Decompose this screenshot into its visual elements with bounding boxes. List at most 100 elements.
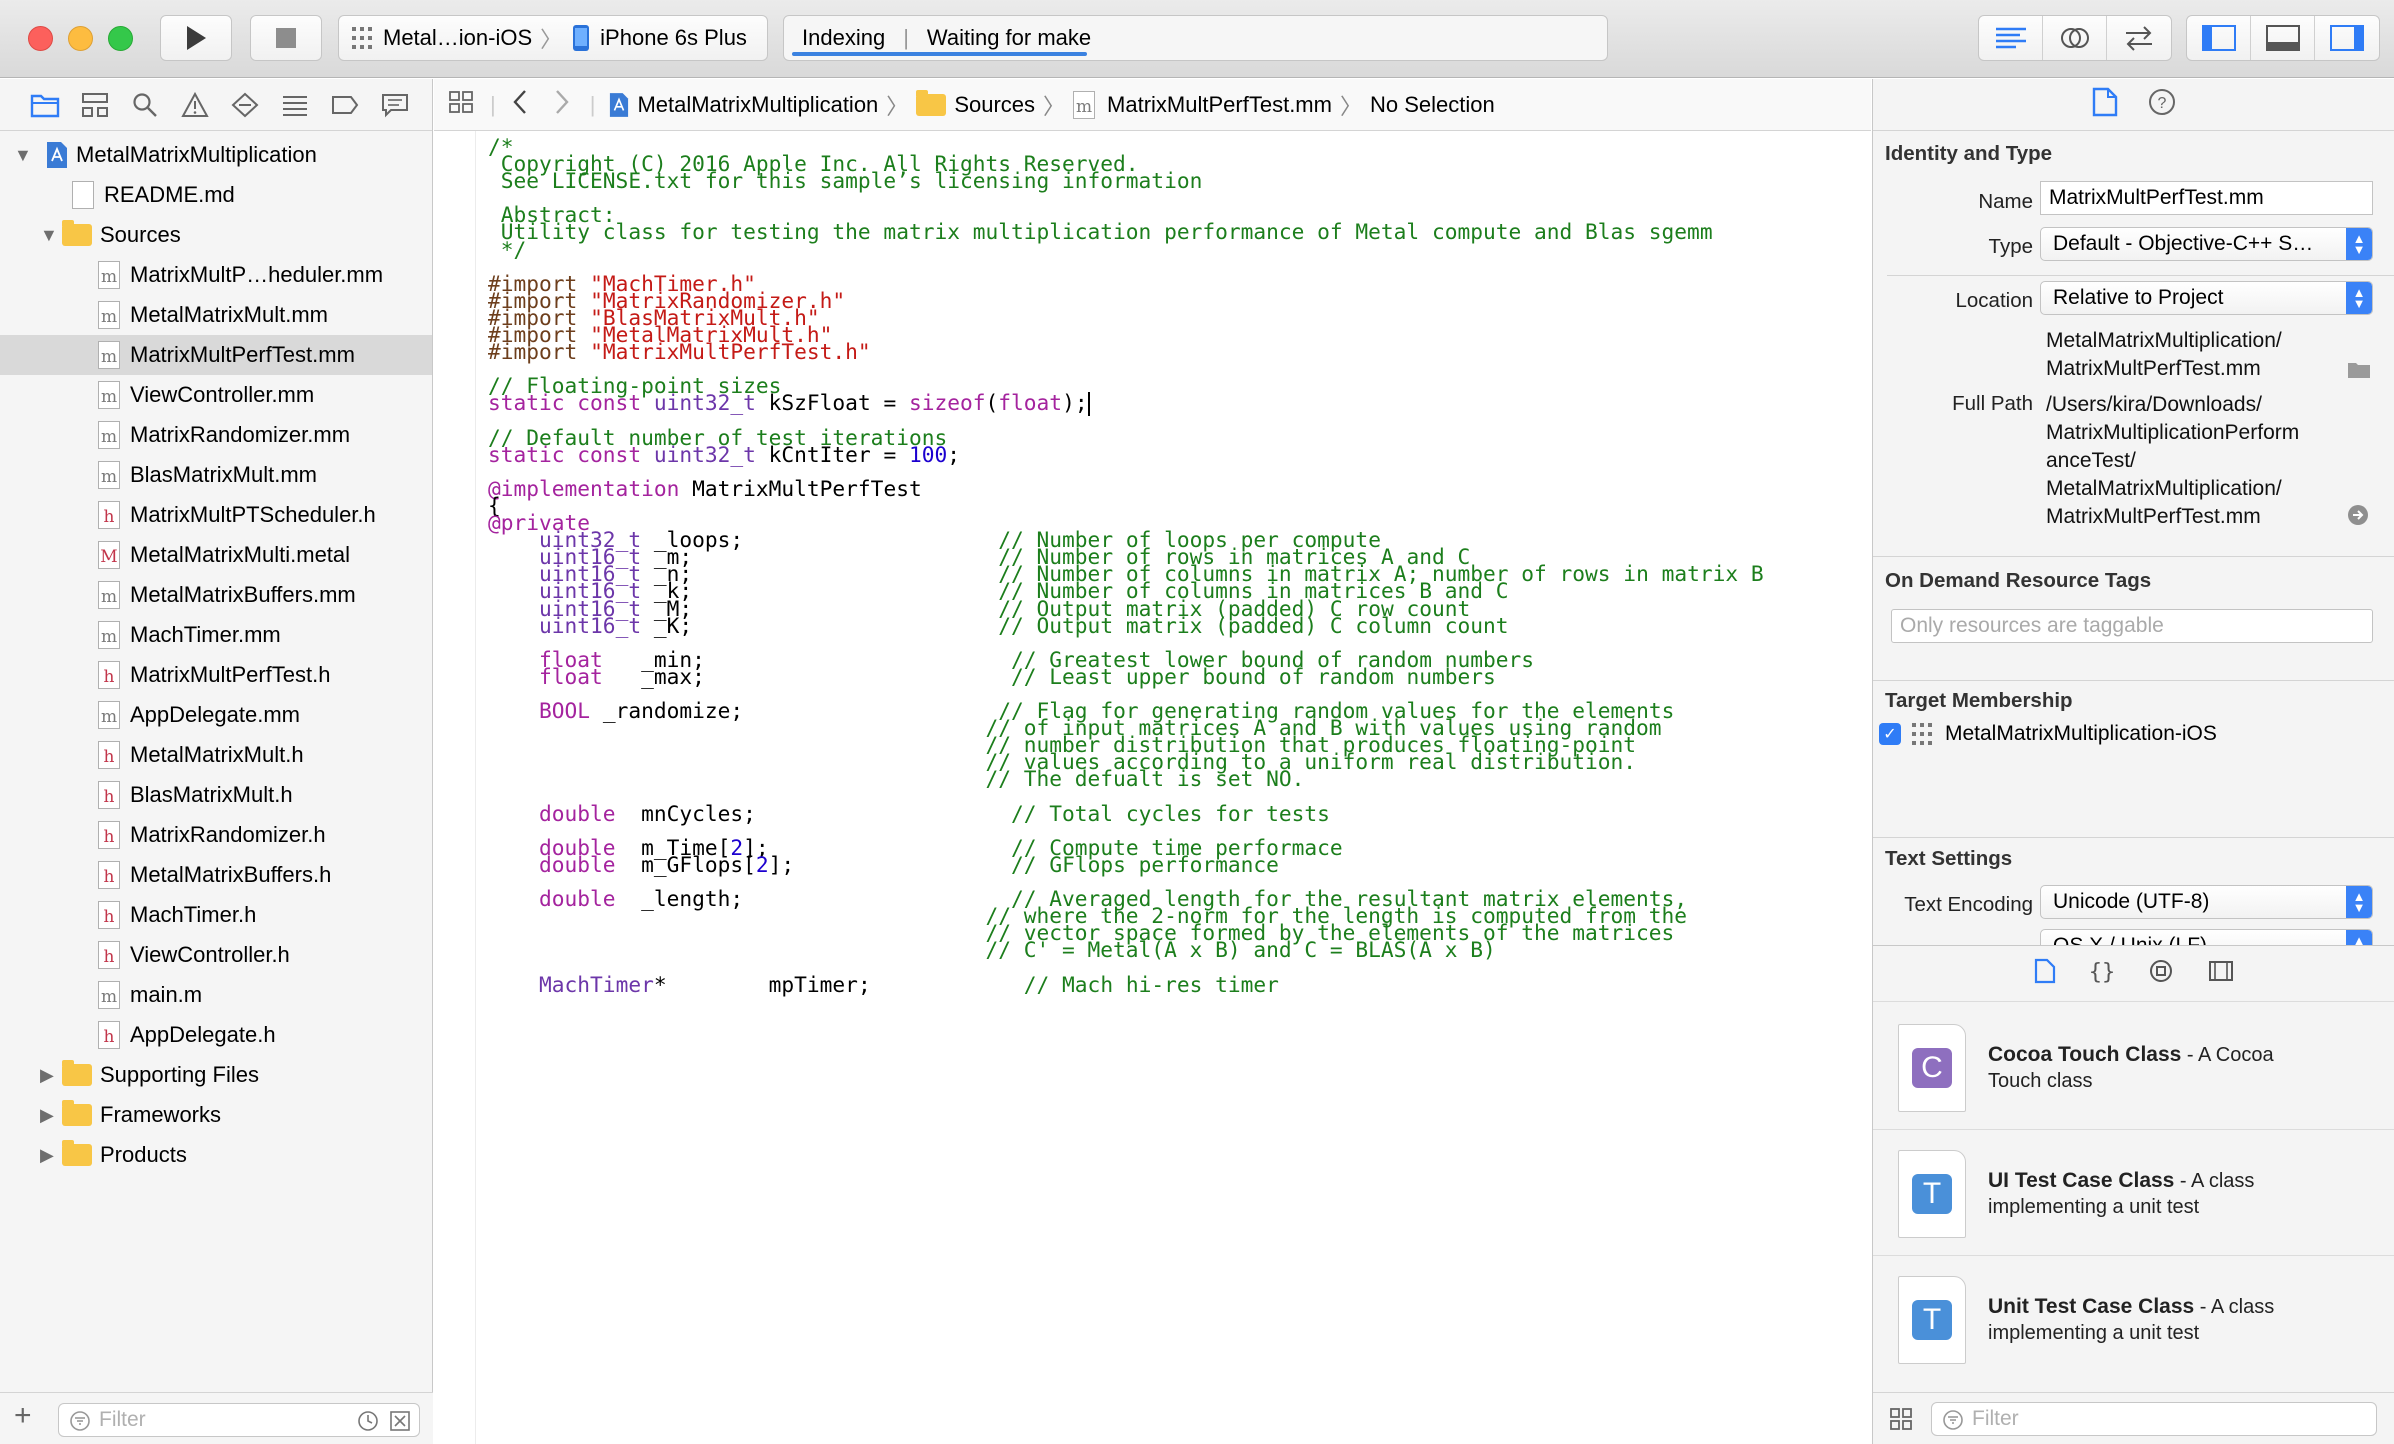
file-row[interactable]: m AppDelegate.mm <box>0 695 432 735</box>
object-library-tab[interactable] <box>2148 958 2174 989</box>
file-row[interactable]: h MetalMatrixBuffers.h <box>0 855 432 895</box>
file-row[interactable]: m main.m <box>0 975 432 1015</box>
file-row[interactable]: m BlasMatrixMult.mm <box>0 455 432 495</box>
zoom-button[interactable] <box>108 26 133 51</box>
file-name: MatrixRandomizer.h <box>130 822 326 847</box>
project-row[interactable]: ▼ MetalMatrixMultiplication <box>0 135 432 175</box>
template-letter: C <box>1912 1047 1952 1088</box>
library-item-ui-test-case-class[interactable]: T UI Test Case Class - A class implement… <box>1873 1132 2394 1256</box>
file-type-value: Default - Objective-C++ S… <box>2053 232 2314 255</box>
code-token: ; <box>947 441 961 467</box>
code-token: */ <box>488 236 527 262</box>
file-row[interactable]: m MatrixRandomizer.mm <box>0 415 432 455</box>
project-navigator-tab[interactable] <box>30 90 60 120</box>
file-tree: ▼ MetalMatrixMultiplication README.md ▼ … <box>0 131 432 1175</box>
file-template-library-tab[interactable] <box>2034 958 2056 989</box>
file-name: MetalMatrixBuffers.h <box>130 862 332 887</box>
breakpoint-navigator-tab[interactable] <box>330 90 360 120</box>
reveal-in-finder-icon[interactable] <box>2347 504 2369 526</box>
back-button[interactable] <box>512 89 528 121</box>
assistant-editor-button[interactable] <box>2043 16 2107 60</box>
file-inspector-tab[interactable] <box>2092 87 2118 122</box>
media-library-tab[interactable] <box>2208 959 2234 988</box>
code-token: static const <box>488 390 654 416</box>
odr-tags-field[interactable]: Only resources are taggable <box>1891 609 2373 643</box>
file-row[interactable]: h BlasMatrixMult.h <box>0 775 432 815</box>
forward-button[interactable] <box>554 89 570 121</box>
toggle-navigator-button[interactable] <box>2187 16 2251 60</box>
grid-view-icon[interactable] <box>1889 1407 1913 1431</box>
code-line: uint32_t _loops; // Number of loops per … <box>488 527 1868 552</box>
group-row-products[interactable]: ▶ Products <box>0 1135 432 1175</box>
file-row[interactable]: h MatrixMultPTScheduler.h <box>0 495 432 535</box>
library-filter-input[interactable]: Filter <box>1931 1402 2377 1436</box>
line-endings-popup[interactable]: OS X / Unix (LF) ▲▼ <box>2040 929 2373 945</box>
issue-navigator-tab[interactable] <box>180 90 210 120</box>
file-row[interactable]: h ViewController.h <box>0 935 432 975</box>
toggle-debug-area-button[interactable] <box>2251 16 2315 60</box>
add-file-button[interactable]: + <box>14 1401 32 1431</box>
choose-folder-icon[interactable] <box>2347 359 2371 379</box>
file-row[interactable]: h MetalMatrixMult.h <box>0 735 432 775</box>
group-row-frameworks[interactable]: ▶ Frameworks <box>0 1095 432 1135</box>
breadcrumb-file[interactable]: MatrixMultPerfTest.mm <box>1107 92 1332 118</box>
report-navigator-tab[interactable] <box>380 90 410 120</box>
file-row[interactable]: m MachTimer.mm <box>0 615 432 655</box>
toggle-utilities-button[interactable] <box>2315 16 2379 60</box>
source-control-filter-icon[interactable] <box>389 1410 411 1432</box>
indexing-progress-bar <box>792 52 1087 56</box>
stop-button[interactable] <box>250 15 322 61</box>
related-items-button[interactable] <box>448 90 474 120</box>
sources-group-row[interactable]: ▼ Sources <box>0 215 432 255</box>
file-row[interactable]: h MatrixRandomizer.h <box>0 815 432 855</box>
close-button[interactable] <box>28 26 53 51</box>
file-row[interactable]: h MachTimer.h <box>0 895 432 935</box>
iphone-device-icon <box>573 25 590 51</box>
file-name-field[interactable]: MatrixMultPerfTest.mm <box>2040 181 2373 215</box>
objc-source-icon: m <box>98 461 120 489</box>
popup-arrows-icon: ▲▼ <box>2346 930 2372 945</box>
line-endings-popup-clipped[interactable]: OS X / Unix (LF) ▲▼ <box>2040 929 2373 945</box>
scheme-selector[interactable]: Metal…ion-iOS 〉 iPhone 6s Plus <box>338 15 768 61</box>
breadcrumb-project[interactable]: MetalMatrixMultiplication <box>637 92 878 118</box>
group-row-supporting-files[interactable]: ▶ Supporting Files <box>0 1055 432 1095</box>
file-type-popup[interactable]: Default - Objective-C++ S… ▲ ▼ <box>2040 227 2373 261</box>
breadcrumb-folder[interactable]: Sources <box>954 92 1035 118</box>
code-line: Abstract: <box>488 202 1868 227</box>
navigator-filter-input[interactable]: Filter <box>58 1403 420 1437</box>
file-row[interactable]: m ViewController.mm <box>0 375 432 415</box>
library-item-unit-test-case-class[interactable]: T Unit Test Case Class - A class impleme… <box>1873 1258 2394 1382</box>
code-token: uint32_t <box>653 390 756 416</box>
file-row[interactable]: h AppDelegate.h <box>0 1015 432 1055</box>
file-row[interactable]: m MatrixMultPerfTest.mm <box>0 335 432 375</box>
file-row[interactable]: m MatrixMultP…heduler.mm <box>0 255 432 295</box>
version-editor-icon <box>2126 26 2152 51</box>
target-checkbox[interactable]: ✓ <box>1879 723 1901 745</box>
recent-files-icon[interactable] <box>357 1410 379 1432</box>
run-button[interactable] <box>160 15 232 61</box>
minimize-button[interactable] <box>68 26 93 51</box>
breadcrumb-selection[interactable]: No Selection <box>1370 92 1495 118</box>
objc-source-icon: m <box>98 341 120 369</box>
file-row[interactable]: m MetalMatrixBuffers.mm <box>0 575 432 615</box>
text-encoding-popup[interactable]: Unicode (UTF-8) ▲ ▼ <box>2040 885 2373 919</box>
file-row[interactable]: M MetalMatrixMulti.metal <box>0 535 432 575</box>
test-navigator-tab[interactable] <box>230 90 260 120</box>
location-popup[interactable]: Relative to Project ▲ ▼ <box>2040 281 2373 315</box>
list-icon <box>283 95 307 116</box>
quick-help-tab[interactable]: ? <box>2148 88 2176 121</box>
library-item-cocoa-touch-class[interactable]: C Cocoa Touch Class - A Cocoa Touch clas… <box>1873 1006 2394 1130</box>
readme-row[interactable]: README.md <box>0 175 432 215</box>
editor-gutter[interactable] <box>434 131 476 1444</box>
file-name: MetalMatrixBuffers.mm <box>130 582 356 607</box>
version-editor-button[interactable] <box>2107 16 2171 60</box>
standard-editor-button[interactable] <box>1979 16 2043 60</box>
source-editor[interactable]: /* Copyright (C) 2016 Apple Inc. All Rig… <box>488 134 1868 1444</box>
text-encoding-value: Unicode (UTF-8) <box>2053 890 2210 913</box>
file-row[interactable]: h MatrixMultPerfTest.h <box>0 655 432 695</box>
symbol-navigator-tab[interactable] <box>80 90 110 120</box>
file-row[interactable]: m MetalMatrixMult.mm <box>0 295 432 335</box>
find-navigator-tab[interactable] <box>130 90 160 120</box>
debug-navigator-tab[interactable] <box>280 90 310 120</box>
code-snippet-library-tab[interactable]: {} <box>2089 958 2116 989</box>
